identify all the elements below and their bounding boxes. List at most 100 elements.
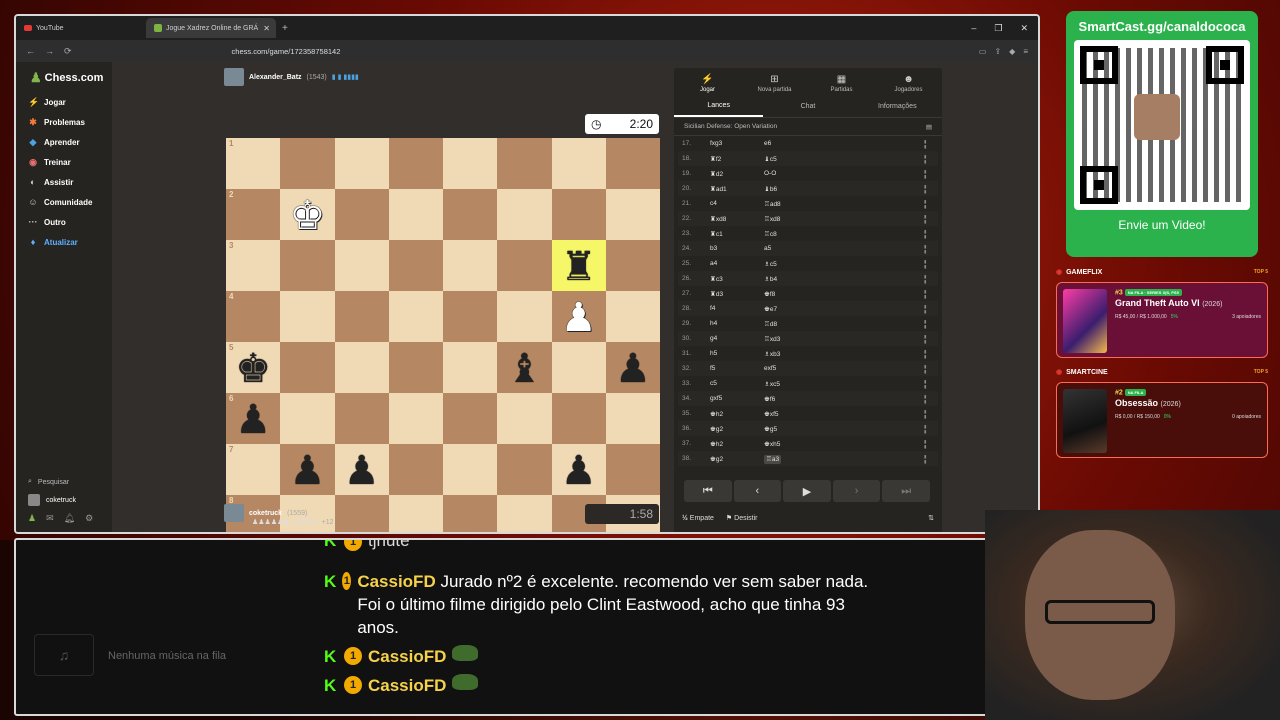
white-move[interactable]: h5 xyxy=(710,350,764,357)
board-square[interactable]: f xyxy=(334,495,389,532)
white-move[interactable]: b3 xyxy=(710,245,764,252)
board-square[interactable] xyxy=(388,444,443,495)
subtab-chat[interactable]: Chat xyxy=(763,96,852,117)
draw-button[interactable]: ½ Empate xyxy=(682,515,714,522)
board-square[interactable] xyxy=(605,291,660,342)
board-square[interactable] xyxy=(551,393,606,444)
tab-chess[interactable]: Jogue Xadrez Online de GRÁ ✕ xyxy=(146,18,276,38)
board-square[interactable] xyxy=(280,342,335,393)
player-avatar[interactable] xyxy=(224,504,244,522)
board-square[interactable] xyxy=(388,393,443,444)
board-square[interactable]: 1 xyxy=(226,138,281,189)
maximize-icon[interactable]: ❐ xyxy=(994,23,1002,34)
sidebar-item-assistir[interactable]: ◐ Assistir xyxy=(16,172,112,192)
tab-youtube[interactable]: YouTube xyxy=(16,18,146,38)
board-square[interactable] xyxy=(497,291,552,342)
white-move[interactable]: ♚h2 xyxy=(710,410,764,418)
white-move[interactable]: f4 xyxy=(710,305,764,312)
subtab-lances[interactable]: Lances xyxy=(674,96,764,117)
tab-jogadores[interactable]: ☻ Jogadores xyxy=(875,74,942,96)
black-move[interactable]: ♖xd8 xyxy=(764,215,924,223)
sidebar-item-comunidade[interactable]: ☺ Comunidade xyxy=(16,192,112,212)
white-move[interactable]: h4 xyxy=(710,320,764,327)
black-move[interactable]: ♝b6 xyxy=(764,185,924,193)
board-square[interactable] xyxy=(497,240,552,291)
tab-jogar[interactable]: ⚡ Jogar xyxy=(674,74,741,96)
sidebar-user[interactable]: coketruck xyxy=(28,491,108,509)
black-move[interactable]: exf5 xyxy=(764,365,924,372)
board-square[interactable] xyxy=(334,138,389,189)
board-square[interactable] xyxy=(280,393,335,444)
black-pawn-piece[interactable]: ♟ xyxy=(289,451,325,491)
board-square[interactable]: 6 ♟ xyxy=(226,393,281,444)
board-square[interactable]: ♝ xyxy=(497,342,552,393)
black-pawn-piece[interactable]: ♟ xyxy=(561,451,597,491)
resign-button[interactable]: ⚑ Desistir xyxy=(726,514,758,522)
black-pawn-piece[interactable]: ♟ xyxy=(235,400,271,440)
mail-icon[interactable]: ✉ xyxy=(46,513,54,524)
board-square[interactable]: ♟ xyxy=(280,444,335,495)
white-move[interactable]: ♚g2 xyxy=(710,425,764,433)
board-square[interactable]: ♟ xyxy=(551,444,606,495)
black-move[interactable]: ♗xc5 xyxy=(764,380,924,388)
white-move[interactable]: g4 xyxy=(710,335,764,342)
white-move[interactable]: a4 xyxy=(710,260,764,267)
black-move[interactable]: ♗c5 xyxy=(764,260,924,268)
white-move[interactable]: ♜f2 xyxy=(710,155,764,163)
board-square[interactable] xyxy=(280,138,335,189)
white-move[interactable]: ♚h2 xyxy=(710,440,764,448)
play-button[interactable]: ▶ xyxy=(783,480,831,502)
board-square[interactable] xyxy=(388,138,443,189)
white-move[interactable]: f5 xyxy=(710,365,764,372)
board-square[interactable]: 4 xyxy=(226,291,281,342)
black-move[interactable]: ♗b4 xyxy=(764,275,924,283)
board-square[interactable] xyxy=(334,240,389,291)
white-move[interactable]: c5 xyxy=(710,380,764,387)
board-square[interactable] xyxy=(443,189,498,240)
board-square[interactable] xyxy=(334,393,389,444)
black-move[interactable]: ♝c5 xyxy=(764,155,924,163)
black-bishop-piece[interactable]: ♝ xyxy=(506,349,542,389)
black-pawn-piece[interactable]: ♟ xyxy=(615,349,651,389)
black-move[interactable]: ♖d8 xyxy=(764,320,924,328)
black-move[interactable]: ♚xh5 xyxy=(764,440,924,448)
board-square[interactable] xyxy=(388,342,443,393)
close-tab-icon[interactable]: ✕ xyxy=(263,24,270,33)
sidebar-item-atualizar[interactable]: ♦ Atualizar xyxy=(16,232,112,252)
board-square[interactable] xyxy=(551,342,606,393)
board-square[interactable]: e xyxy=(388,495,443,532)
white-move[interactable]: c4 xyxy=(710,200,764,207)
board-square[interactable] xyxy=(334,189,389,240)
next-move-button[interactable]: › xyxy=(832,480,881,502)
board-square[interactable] xyxy=(551,189,606,240)
black-move[interactable]: e6 xyxy=(764,140,924,147)
board-square[interactable] xyxy=(497,189,552,240)
cast-icon[interactable]: ▭ xyxy=(979,47,987,56)
board-square[interactable]: c xyxy=(497,495,552,532)
tab-nova-partida[interactable]: ⊞ Nova partida xyxy=(741,74,808,96)
board-square[interactable] xyxy=(497,138,552,189)
board-square[interactable] xyxy=(605,189,660,240)
board-square[interactable] xyxy=(334,342,389,393)
board-square[interactable] xyxy=(443,393,498,444)
chess-board[interactable]: 12♚3♜4♟5♚♝♟6♟7♟♟♟8hgfedcba xyxy=(226,138,660,532)
black-move[interactable]: ♚e7 xyxy=(764,305,924,313)
white-move[interactable]: ♚g2 xyxy=(710,455,764,463)
subtab-informacoes[interactable]: Informações xyxy=(853,96,942,117)
sidebar-item-problemas[interactable]: ✱ Problemas xyxy=(16,112,112,132)
board-square[interactable]: d xyxy=(443,495,498,532)
white-king-piece[interactable]: ♚ xyxy=(289,196,325,236)
white-move[interactable]: ♜c1 xyxy=(710,230,764,238)
board-square[interactable] xyxy=(280,240,335,291)
board-square[interactable] xyxy=(605,393,660,444)
opponent-name[interactable]: Alexander_Batz xyxy=(249,74,302,81)
white-move[interactable]: fxg3 xyxy=(710,140,764,147)
sidebar-search[interactable]: ⌕ Pesquisar xyxy=(28,473,108,491)
board-square[interactable] xyxy=(280,291,335,342)
flip-board-icon[interactable]: ⇅ xyxy=(928,514,934,522)
sidebar-item-treinar[interactable]: ◉ Treinar xyxy=(16,152,112,172)
forward-icon[interactable]: → xyxy=(45,46,54,56)
board-square[interactable] xyxy=(388,240,443,291)
board-square[interactable]: 7 xyxy=(226,444,281,495)
first-move-button[interactable]: ⏮ xyxy=(684,480,732,502)
